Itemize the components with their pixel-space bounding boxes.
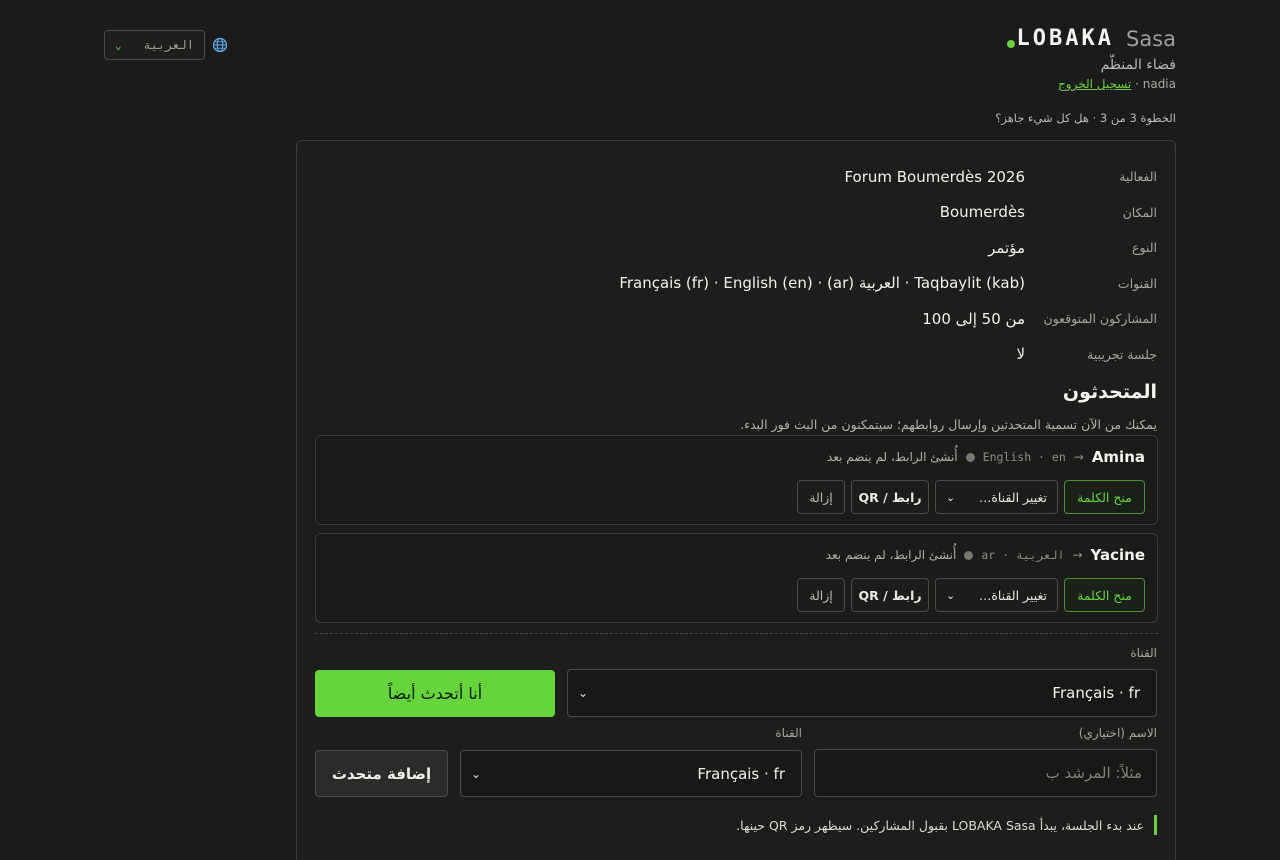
remove-speaker-button[interactable]: إزالة <box>797 578 845 612</box>
remove-speaker-button[interactable]: إزالة <box>797 480 845 514</box>
summary-label: النوع <box>1132 240 1157 256</box>
logo-suffix: Sasa <box>1125 26 1176 51</box>
summary-row: المكان Boumerdès <box>315 195 1157 231</box>
speaker-info: Amina → English · en أُنشئ الرابط، لم ين… <box>827 448 1145 466</box>
status-dot-icon <box>964 550 974 560</box>
summary-value: Boumerdès <box>939 203 1025 222</box>
change-channel-label: تغيير القناة… <box>978 489 1047 505</box>
status-dot-icon <box>965 452 975 462</box>
summary-label: القنوات <box>1117 275 1157 291</box>
add-speaker-button[interactable]: إضافة متحدث <box>315 750 448 797</box>
summary-value: مؤتمر <box>988 238 1025 257</box>
speaker-card: Yacine → العربية · ar أُنشئ الرابط، لم ي… <box>315 533 1158 623</box>
chevron-down-icon: ⌄ <box>115 38 122 52</box>
speaker-channel: English · en <box>982 450 1066 464</box>
summary-value: لا <box>1016 345 1025 364</box>
summary-row: النوع مؤتمر <box>315 230 1157 266</box>
speaker-card: Amina → English · en أُنشئ الرابط، لم ين… <box>315 435 1158 525</box>
language-select-value: العربية <box>143 38 194 52</box>
speaker-name: Amina <box>1091 448 1145 466</box>
add-channel-label: القناة <box>775 726 802 740</box>
speaker-actions: منح الكلمة تغيير القناة… ⌄ رابط / QR إزا… <box>797 480 1145 514</box>
chevron-down-icon: ⌄ <box>946 588 956 602</box>
change-channel-label: تغيير القناة… <box>978 587 1047 603</box>
review-panel: الفعالية Forum Boumerdès 2026 المكان Bou… <box>296 140 1176 860</box>
summary-row: القنوات Taqbaylit (kab) · العربية (ar) ·… <box>315 266 1157 302</box>
add-channel-value: Français · fr <box>697 764 785 783</box>
self-channel-select[interactable]: Français · fr ⌄ <box>567 669 1157 717</box>
grant-floor-button[interactable]: منح الكلمة <box>1064 578 1145 612</box>
change-channel-select[interactable]: تغيير القناة… ⌄ <box>935 578 1058 612</box>
summary-row: جلسة تجريبية لا <box>315 337 1157 373</box>
change-channel-select[interactable]: تغيير القناة… ⌄ <box>935 480 1058 514</box>
speakers-heading: المتحدثون <box>1062 381 1157 403</box>
summary-label: جلسة تجريبية <box>1087 346 1157 362</box>
summary-row: المشاركون المتوقعون من 50 إلى 100 <box>315 301 1157 337</box>
chevron-down-icon: ⌄ <box>471 766 482 781</box>
speaker-info: Yacine → العربية · ar أُنشئ الرابط، لم ي… <box>826 546 1145 564</box>
step-indicator: الخطوة 3 من 3 · هل كل شيء جاهز؟ <box>995 111 1176 125</box>
speaker-actions: منح الكلمة تغيير القناة… ⌄ رابط / QR إزا… <box>797 578 1145 612</box>
add-channel-select[interactable]: Français · fr ⌄ <box>460 750 802 797</box>
space-name: فضاء المنظّم <box>1100 57 1176 73</box>
summary-row: الفعالية Forum Boumerdès 2026 <box>315 159 1157 195</box>
speaker-channel: العربية · ar <box>981 548 1065 562</box>
language-select[interactable]: ⌄ العربية <box>104 30 205 60</box>
self-channel-value: Français · fr <box>1052 684 1140 702</box>
name-placeholder: مثلاً: المرشد ب <box>1045 764 1142 782</box>
speaker-status: أُنشئ الرابط، لم ينضم بعد <box>827 450 958 464</box>
brand-logo: LOBAKA Sasa <box>1006 26 1176 51</box>
section-divider <box>315 633 1158 634</box>
separator: · <box>1135 77 1139 91</box>
grant-floor-button[interactable]: منح الكلمة <box>1064 480 1145 514</box>
arrow-icon: → <box>1073 450 1084 464</box>
summary-label: الفعالية <box>1119 169 1157 185</box>
summary-value: من 50 إلى 100 <box>922 309 1025 328</box>
speaker-status: أُنشئ الرابط، لم ينضم بعد <box>825 548 957 562</box>
summary-value: Taqbaylit (kab) · العربية (ar) · Françai… <box>619 274 1025 293</box>
logout-link[interactable]: تسجيل الخروج <box>1058 77 1131 91</box>
summary-label: المكان <box>1122 204 1157 220</box>
speaker-name: Yacine <box>1090 546 1146 564</box>
i-speak-too-button[interactable]: أنا أتحدث أيضاً <box>315 670 555 717</box>
event-summary: الفعالية Forum Boumerdès 2026 المكان Bou… <box>315 159 1157 372</box>
summary-label: المشاركون المتوقعون <box>1043 311 1157 327</box>
speakers-hint: يمكنك من الآن تسمية المتحدثين وإرسال روا… <box>740 417 1157 432</box>
speaker-name-input[interactable]: مثلاً: المرشد ب <box>814 749 1157 797</box>
username: nadia <box>1142 77 1176 91</box>
name-label: الاسم (اختياري) <box>1078 726 1157 740</box>
chevron-down-icon: ⌄ <box>946 490 956 504</box>
logo-text: LOBAKA <box>1016 26 1114 51</box>
user-line: nadia · تسجيل الخروج <box>1007 77 1176 91</box>
arrow-icon: → <box>1072 548 1083 562</box>
chevron-down-icon: ⌄ <box>578 686 589 700</box>
brand-header: LOBAKA Sasa فضاء المنظّم nadia · تسجيل ا… <box>1006 26 1176 91</box>
link-qr-button[interactable]: رابط / QR <box>851 578 929 612</box>
link-qr-button[interactable]: رابط / QR <box>851 480 929 514</box>
logo-dot-icon <box>1006 39 1015 48</box>
session-note: عند بدء الجلسة، يبدأ LOBAKA Sasa بقبول ا… <box>736 815 1157 835</box>
summary-value: Forum Boumerdès 2026 <box>844 167 1025 186</box>
globe-icon[interactable] <box>212 37 228 53</box>
self-channel-label: القناة <box>1130 646 1157 660</box>
